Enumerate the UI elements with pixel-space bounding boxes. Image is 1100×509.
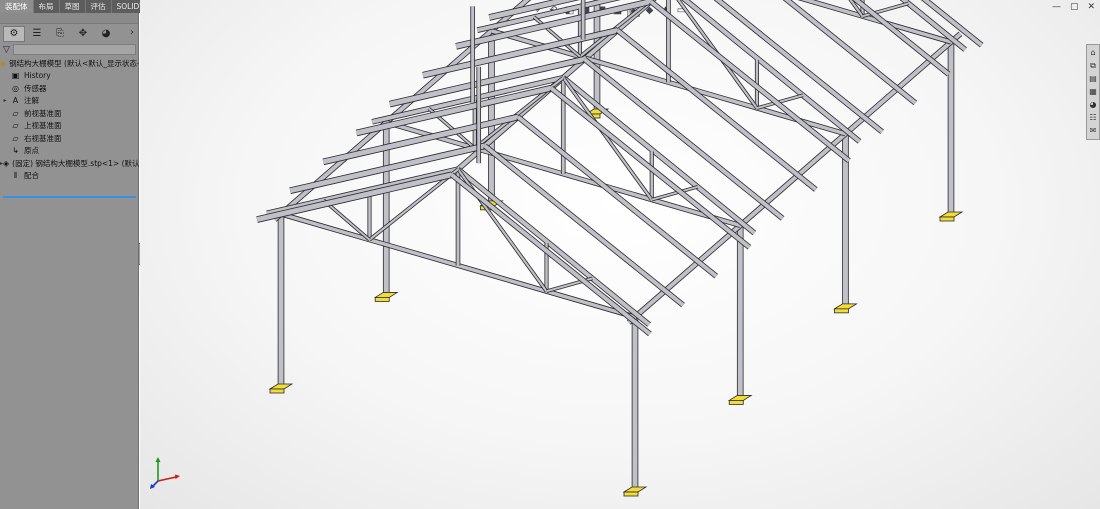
sensor-icon: ◎ (12, 83, 19, 93)
tree-root-assembly[interactable]: ◈ 钢结构大棚模型 (默认<默认_显示状态- (0, 57, 139, 70)
base-plate-edge (728, 400, 744, 405)
history-icon: ▣ (11, 71, 20, 81)
base-plate-edge (269, 388, 285, 394)
tree-item-label: (固定) 钢结构大棚模型.stp<1> (默认 (12, 158, 139, 168)
plane-icon: ▱ (12, 133, 19, 143)
tree-item-label: 右视基准面 (24, 133, 62, 143)
property-manager-icon[interactable]: ☰ (26, 26, 48, 42)
plane-icon: ▱ (12, 121, 19, 131)
tree-item-label: 配合 (24, 171, 39, 181)
tree-item[interactable]: ▱ 右视基准面 (0, 132, 139, 145)
tree-divider (3, 196, 136, 198)
command-tab[interactable]: 布局 (34, 0, 60, 13)
steel-greenhouse-model[interactable] (140, 0, 1100, 509)
tree-item-label: 注解 (24, 96, 39, 106)
filter-input[interactable] (12, 44, 136, 55)
base-plate (373, 292, 399, 298)
feature-manager-icon[interactable]: ⚙ (3, 25, 25, 42)
filter-icon[interactable]: ▽ (3, 45, 10, 55)
plane-icon: ▱ (12, 108, 19, 118)
mates-icon: ⫴ (13, 170, 18, 180)
expand-icon[interactable]: ▸ (0, 97, 10, 104)
configuration-manager-icon[interactable]: ⎘ (49, 26, 71, 42)
base-plate-edge (834, 308, 849, 314)
base-plate (938, 211, 964, 218)
command-tab[interactable]: 草图 (60, 0, 86, 13)
base-plate-edge (623, 491, 639, 497)
base-plate (268, 383, 294, 390)
command-tab[interactable]: 装配体 (0, 0, 34, 13)
tree-item-label: 传感器 (24, 83, 47, 93)
tree-item-label: 原点 (24, 146, 39, 156)
annotation-icon: A (12, 96, 19, 106)
truss-top-chord (681, 0, 862, 144)
base-plate (727, 395, 753, 401)
tree-item[interactable]: ▱ 上视基准面 (0, 120, 139, 133)
tree-item-label: History (24, 71, 51, 81)
eave-beam (272, 0, 532, 222)
tree-item-label: 前视基准面 (24, 108, 62, 118)
feature-manager-panel: ⚙ ☰ ⎘ ✥ ◕ › ▽ ◈ 钢结构大棚模型 (默认<默认_显示状态- ▣ Histor… (0, 13, 139, 509)
origin-icon: ↳ (12, 146, 19, 156)
display-manager-icon[interactable]: ◕ (95, 26, 117, 42)
tree-item[interactable]: ⫴ 配合 (0, 170, 139, 183)
base-plate-edge (939, 216, 955, 222)
panel-header-strip (0, 13, 138, 24)
tree-item[interactable]: ◎ 传感器 (0, 82, 139, 95)
assembly-icon: ◈ (0, 58, 7, 68)
coordinate-triad (150, 457, 180, 489)
tree-item-label: 上视基准面 (24, 121, 62, 131)
panel-tabs-scroll-icon[interactable]: › (130, 27, 134, 38)
tree-item[interactable]: ▸ A 注解 (0, 95, 139, 108)
dimxpert-icon[interactable]: ✥ (72, 26, 94, 42)
feature-tree: ◈ 钢结构大棚模型 (默认<默认_显示状态- ▣ History ◎ 传感器 ▸ A 注解 ▱… (0, 57, 139, 182)
base-plate (622, 486, 648, 493)
part-icon: ◈ (3, 158, 10, 168)
panel-tabs: ⚙ ☰ ⎘ ✥ ◕ (0, 25, 139, 42)
filter-row: ▽ (0, 43, 139, 56)
tree-item[interactable]: ▣ History (0, 70, 139, 83)
tree-item[interactable]: ▱ 前视基准面 (0, 107, 139, 120)
base-plate-edge (374, 297, 390, 302)
tree-item[interactable]: ▸ ◈ (固定) 钢结构大棚模型.stp<1> (默认 (0, 157, 139, 170)
command-tab[interactable]: 评估 (86, 0, 112, 13)
tree-root-label: 钢结构大棚模型 (默认<默认_显示状态- (9, 58, 139, 68)
base-plate (833, 303, 858, 310)
tree-item[interactable]: ↳ 原点 (0, 145, 139, 158)
